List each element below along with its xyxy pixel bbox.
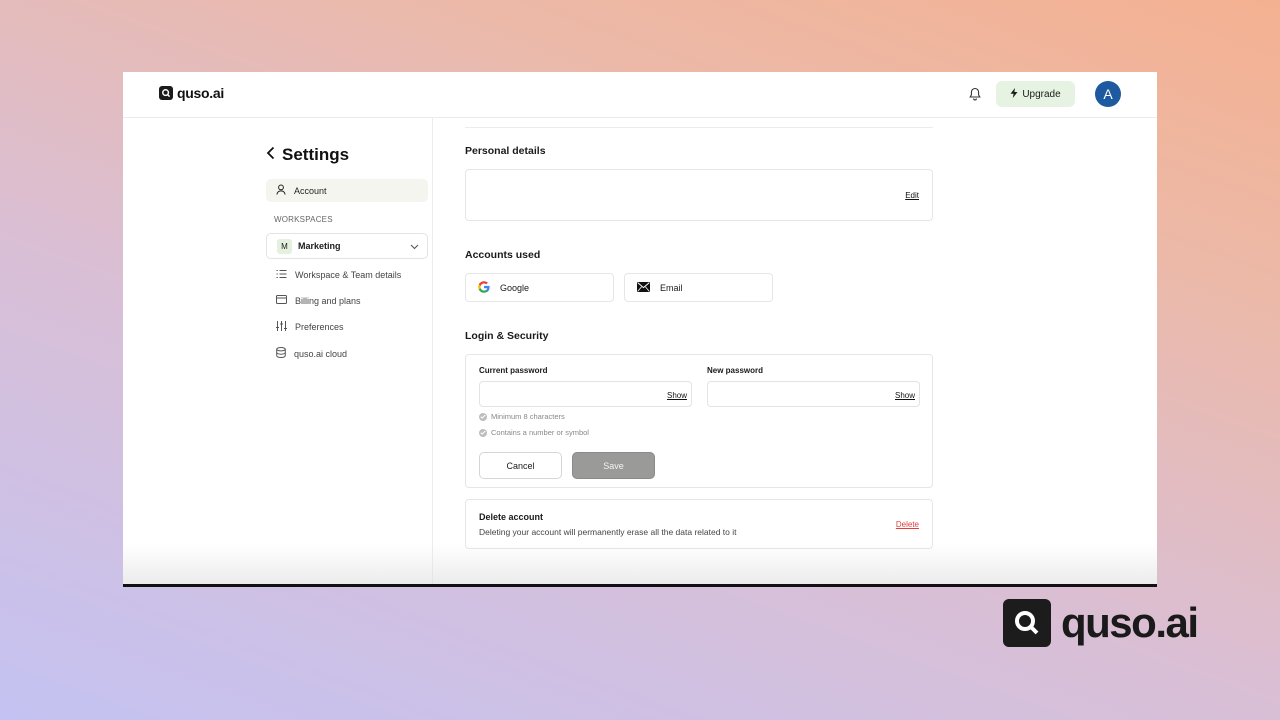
workspace-name: Marketing xyxy=(298,241,341,251)
delete-account-title: Delete account xyxy=(479,512,544,522)
sidebar-item-label: Preferences xyxy=(295,322,344,332)
personal-details-card: Edit xyxy=(465,169,933,221)
upgrade-label: Upgrade xyxy=(1022,88,1061,100)
workspaces-heading: WORKSPACES xyxy=(274,215,333,224)
delete-account-description: Deleting your account will permanently e… xyxy=(479,527,737,537)
new-password-label: New password xyxy=(707,366,764,375)
google-account-label: Google xyxy=(500,282,530,293)
sidebar-item-cloud[interactable]: quso.ai cloud xyxy=(276,347,347,360)
sliders-icon xyxy=(276,321,287,333)
check-circle-icon xyxy=(479,412,487,421)
chevron-left-icon xyxy=(266,146,276,165)
login-security-heading: Login & Security xyxy=(465,330,549,342)
delete-account-link[interactable]: Delete xyxy=(896,520,919,529)
card-icon xyxy=(276,295,287,306)
divider xyxy=(465,127,933,128)
brand-watermark-text: quso.ai xyxy=(1061,599,1199,646)
google-icon xyxy=(478,280,490,295)
brand-name: quso.ai xyxy=(177,85,224,101)
brand-watermark: quso.ai xyxy=(1003,599,1199,647)
sidebar-item-billing[interactable]: Billing and plans xyxy=(276,295,361,306)
email-account-item[interactable]: Email xyxy=(624,273,773,302)
upgrade-button[interactable]: Upgrade xyxy=(996,81,1075,107)
new-password-input[interactable]: Show xyxy=(707,381,920,407)
user-avatar[interactable]: A xyxy=(1095,81,1121,107)
settings-sidebar: Settings Account WORKSPACES M Marketing … xyxy=(123,118,433,584)
delete-account-card: Delete account Deleting your account wil… xyxy=(465,499,933,549)
settings-back-link[interactable]: Settings xyxy=(266,145,349,165)
google-account-item[interactable]: Google xyxy=(465,273,614,302)
save-button[interactable]: Save xyxy=(572,452,655,479)
password-rule-symbol: Contains a number or symbol xyxy=(479,428,589,437)
envelope-icon xyxy=(637,281,650,294)
sidebar-item-account[interactable]: Account xyxy=(266,179,428,202)
workspace-initial-badge: M xyxy=(277,238,292,254)
sidebar-item-label: Account xyxy=(294,185,327,196)
sidebar-item-preferences[interactable]: Preferences xyxy=(276,321,344,333)
email-account-label: Email xyxy=(660,282,683,293)
workspace-selector[interactable]: M Marketing xyxy=(266,233,428,259)
check-circle-icon xyxy=(479,428,487,437)
password-rule-text: Contains a number or symbol xyxy=(491,428,589,437)
sidebar-item-workspace-team[interactable]: Workspace & Team details xyxy=(276,269,401,281)
page-title: Settings xyxy=(282,145,350,164)
user-icon xyxy=(276,184,286,197)
app-window: quso.ai Upgrade A Settings Account WORKS… xyxy=(123,72,1157,587)
chevron-down-icon xyxy=(410,242,419,252)
accounts-used-heading: Accounts used xyxy=(465,249,541,261)
show-current-password-toggle[interactable]: Show xyxy=(667,391,687,400)
personal-details-heading: Personal details xyxy=(465,145,546,157)
top-bar: quso.ai Upgrade A xyxy=(123,72,1157,118)
sidebar-item-label: quso.ai cloud xyxy=(294,348,348,359)
current-password-label: Current password xyxy=(479,366,548,375)
list-icon xyxy=(276,269,287,281)
cancel-button[interactable]: Cancel xyxy=(479,452,562,479)
brand-logo[interactable]: quso.ai xyxy=(159,85,224,101)
notification-bell-icon[interactable] xyxy=(967,86,983,102)
sidebar-item-label: Billing and plans xyxy=(295,295,361,306)
current-password-input[interactable]: Show xyxy=(479,381,692,407)
database-icon xyxy=(276,347,286,360)
password-rule-length: Minimum 8 characters xyxy=(479,412,565,421)
sidebar-item-label: Workspace & Team details xyxy=(295,270,402,280)
edit-personal-details-link[interactable]: Edit xyxy=(905,191,919,200)
password-rule-text: Minimum 8 characters xyxy=(491,412,565,421)
logo-mark-icon xyxy=(159,86,173,100)
password-change-card: Current password New password Show Show … xyxy=(465,354,933,488)
logo-mark-icon xyxy=(1003,599,1051,647)
lightning-icon xyxy=(1010,87,1018,101)
show-new-password-toggle[interactable]: Show xyxy=(895,391,915,400)
